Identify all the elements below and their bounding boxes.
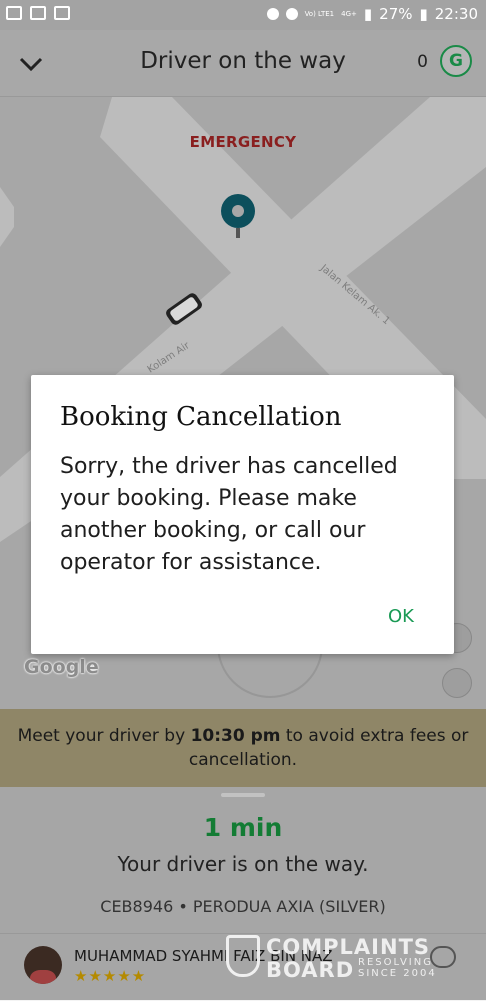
page-title: Driver on the way [140, 48, 346, 74]
image-icon [30, 6, 46, 20]
trip-status: Your driver is on the way. [117, 852, 369, 876]
rewards-badge[interactable]: G [440, 45, 472, 77]
car-icon [6, 6, 22, 20]
vehicle-info: CEB8946 • PERODUA AXIA (SILVER) [100, 897, 386, 916]
status-bar: Vo) LTE1 4G+ ▮ 27% ▮ 22:30 [0, 0, 486, 30]
sheet-handle[interactable] [221, 793, 265, 797]
watermark-tag2: SINCE 2004 [358, 968, 437, 979]
watermark-tag1: RESOLVING [358, 957, 433, 968]
ok-button[interactable]: OK [388, 606, 414, 627]
clock: 22:30 [434, 5, 478, 23]
points-count: 0 [417, 52, 428, 72]
cancellation-dialog: Booking Cancellation Sorry, the driver h… [31, 375, 454, 654]
watermark-tagline: RESOLVING SINCE 2004 [358, 957, 437, 979]
google-logo: Google [24, 656, 99, 678]
battery-percent: 27% [379, 5, 413, 23]
system-tray: Vo) LTE1 4G+ ▮ 27% ▮ 22:30 [266, 5, 478, 23]
watermark: COMPLAINTS BOARD RESOLVING SINCE 2004 [226, 935, 466, 985]
notification-icons [6, 6, 70, 20]
battery-icon: ▮ [419, 5, 428, 23]
app-header: Driver on the way 0 G [0, 30, 486, 97]
alarm-icon [285, 8, 298, 20]
network-indicator: 4G+ [341, 9, 357, 18]
banner-text-before: Meet your driver by [17, 726, 191, 746]
location-icon [266, 8, 279, 20]
eta-label: 1 min [203, 813, 283, 842]
signal-icon: ▮ [363, 5, 373, 23]
traffic-icon[interactable] [442, 668, 472, 698]
banner-time: 10:30 pm [190, 726, 281, 746]
volte-indicator: Vo) LTE1 [304, 9, 335, 18]
watermark-line1: COMPLAINTS [266, 935, 431, 959]
driver-rating: ★★★★★ [74, 967, 147, 985]
watermark-line2: BOARD [266, 958, 355, 982]
dialog-title: Booking Cancellation [60, 402, 342, 432]
dialog-message: Sorry, the driver has cancelled your boo… [60, 454, 398, 575]
avatar [24, 946, 62, 984]
gallery-icon [54, 6, 70, 20]
emergency-button[interactable]: EMERGENCY [0, 133, 486, 151]
shield-icon [226, 935, 260, 977]
meet-driver-banner: Meet your driver by 10:30 pm to avoid ex… [0, 709, 486, 787]
